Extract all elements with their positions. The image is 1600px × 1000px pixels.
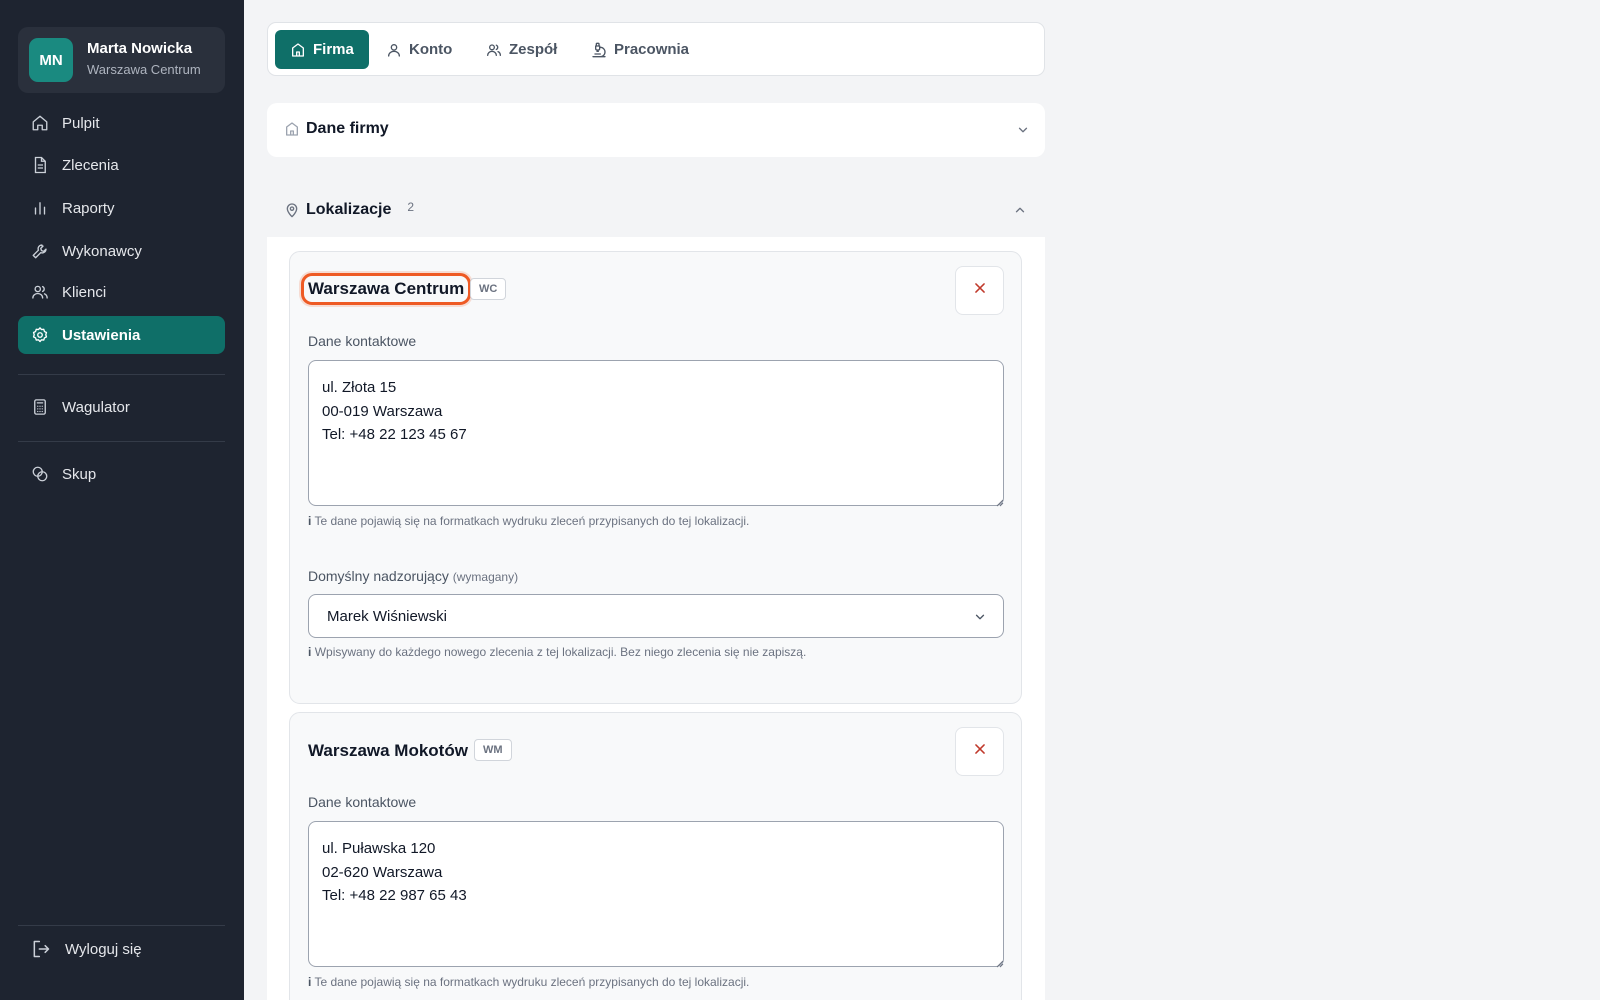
sidebar-divider — [18, 374, 225, 375]
supervisor-label-text: Domyślny nadzorujący — [308, 568, 449, 584]
user-card[interactable]: MN Marta Nowicka Warszawa Centrum — [18, 27, 225, 93]
delete-location-button[interactable] — [955, 727, 1004, 776]
bar-chart-icon — [31, 199, 49, 217]
building-icon — [290, 42, 306, 58]
location-code-badge: WM — [474, 739, 512, 761]
tab-konto[interactable]: Konto — [386, 30, 452, 69]
location-name[interactable]: Warszawa Centrum — [300, 273, 472, 305]
tab-label: Zespół — [509, 41, 558, 58]
supervisor-select[interactable]: Marek Wiśniewski — [308, 594, 1004, 638]
locations-count: 2 — [407, 200, 415, 214]
logout-button[interactable]: Wyloguj się — [18, 930, 225, 968]
section-title: Dane firmy — [306, 120, 389, 137]
sidebar: MN Marta Nowicka Warszawa Centrum Pulpit… — [0, 0, 244, 1000]
close-icon — [973, 281, 987, 300]
contact-data-hint: i Te dane pojawią się na formatkach wydr… — [308, 514, 749, 528]
settings-tabs: Firma Konto Zespół Pracownia — [267, 22, 1045, 76]
section-title: Lokalizacje — [306, 201, 392, 218]
sidebar-item-label: Ustawienia — [62, 326, 141, 344]
logout-label: Wyloguj się — [65, 940, 142, 958]
supervisor-hint: i Wpisywany do każdego nowego zlecenia z… — [308, 645, 806, 659]
supervisor-label: Domyślny nadzorujący (wymagany) — [308, 568, 518, 584]
location-card: Warszawa Mokotów WM Dane kontaktowe ul. … — [289, 712, 1022, 1000]
avatar: MN — [29, 38, 73, 82]
chevron-down-icon — [973, 610, 987, 624]
location-name[interactable]: Warszawa Mokotów — [308, 741, 468, 761]
tab-firma[interactable]: Firma — [275, 30, 369, 69]
hint-text: Wpisywany do każdego nowego zlecenia z t… — [314, 645, 807, 659]
sidebar-item-klienci[interactable]: Klienci — [18, 273, 225, 311]
coins-icon — [31, 465, 49, 483]
info-marker: i — [308, 645, 312, 659]
user-icon — [386, 42, 402, 58]
sidebar-item-label: Raporty — [62, 199, 115, 217]
sidebar-item-wykonawcy[interactable]: Wykonawcy — [18, 232, 225, 270]
user-name: Marta Nowicka — [87, 40, 193, 57]
info-marker: i — [308, 514, 312, 528]
building-icon — [284, 121, 300, 137]
sidebar-item-zlecenia[interactable]: Zlecenia — [18, 146, 225, 184]
location-card: Warszawa Centrum WC Dane kontaktowe ul. … — [289, 251, 1022, 704]
delete-location-button[interactable] — [955, 266, 1004, 315]
tab-label: Pracownia — [614, 41, 690, 58]
users-icon — [31, 283, 49, 301]
map-pin-icon — [284, 202, 300, 218]
resize-grip-icon[interactable] — [994, 494, 1004, 507]
sidebar-item-pulpit[interactable]: Pulpit — [18, 104, 225, 142]
home-icon — [31, 114, 49, 132]
sidebar-divider — [18, 925, 225, 926]
calculator-icon — [31, 398, 49, 416]
locations-section-header[interactable]: Lokalizacje 2 — [284, 200, 415, 219]
contact-data-textarea[interactable]: ul. Puławska 120 02-620 Warszawa Tel: +4… — [308, 821, 1004, 967]
tab-label: Konto — [409, 41, 453, 58]
user-location: Warszawa Centrum — [87, 62, 201, 77]
company-data-section[interactable]: Dane firmy — [267, 103, 1045, 157]
hint-text: Te dane pojawią się na formatkach wydruk… — [314, 975, 750, 989]
sidebar-item-raporty[interactable]: Raporty — [18, 189, 225, 227]
sidebar-item-wagulator[interactable]: Wagulator — [18, 388, 225, 426]
chevron-up-icon[interactable] — [1013, 203, 1027, 217]
sidebar-item-skup[interactable]: Skup — [18, 455, 225, 493]
document-icon — [31, 156, 49, 174]
contact-data-textarea[interactable]: ul. Złota 15 00-019 Warszawa Tel: +48 22… — [308, 360, 1004, 506]
required-marker: (wymagany) — [452, 570, 519, 584]
team-icon — [486, 42, 502, 58]
gear-icon — [31, 326, 49, 344]
sidebar-item-label: Wagulator — [62, 398, 130, 416]
microscope-icon — [591, 42, 607, 58]
logout-icon — [31, 939, 51, 959]
contact-data-hint: i Te dane pojawią się na formatkach wydr… — [308, 975, 749, 989]
sidebar-item-label: Wykonawcy — [62, 242, 142, 260]
supervisor-value: Marek Wiśniewski — [327, 607, 448, 625]
company-section-header: Dane firmy — [284, 120, 389, 138]
sidebar-divider — [18, 441, 225, 442]
wrench-icon — [31, 242, 49, 260]
sidebar-item-label: Zlecenia — [62, 156, 119, 174]
contact-data-label: Dane kontaktowe — [308, 794, 417, 810]
tab-zespol[interactable]: Zespół — [486, 30, 557, 69]
close-icon — [973, 742, 987, 761]
tab-label: Firma — [313, 41, 354, 58]
sidebar-item-label: Skup — [62, 465, 97, 483]
sidebar-item-ustawienia[interactable]: Ustawienia — [18, 316, 225, 354]
sidebar-item-label: Pulpit — [62, 114, 100, 132]
location-code-badge: WC — [470, 278, 507, 300]
sidebar-item-label: Klienci — [62, 283, 107, 301]
info-marker: i — [308, 975, 312, 989]
contact-data-label: Dane kontaktowe — [308, 333, 417, 349]
resize-grip-icon[interactable] — [994, 955, 1004, 968]
hint-text: Te dane pojawią się na formatkach wydruk… — [314, 514, 750, 528]
tab-pracownia[interactable]: Pracownia — [591, 30, 689, 69]
locations-list: Warszawa Centrum WC Dane kontaktowe ul. … — [267, 237, 1045, 1000]
chevron-down-icon[interactable] — [1016, 123, 1030, 137]
